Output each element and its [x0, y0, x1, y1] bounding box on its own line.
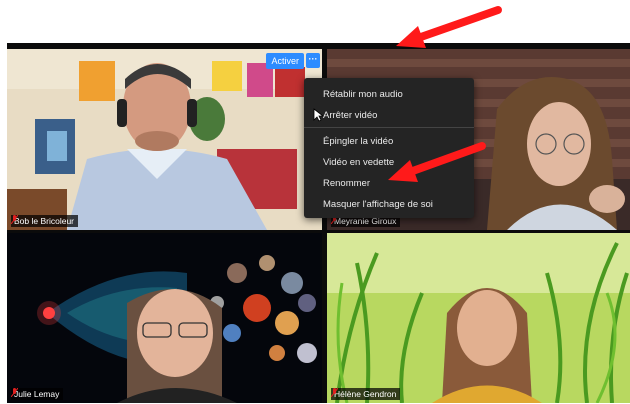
video-feed — [7, 233, 322, 403]
participant-context-menu: Rétablir mon audio Arrêter vidéo Épingle… — [304, 78, 474, 218]
participant-name: Julie Lemay — [14, 389, 60, 399]
video-feed — [7, 49, 322, 230]
menu-item-spotlight-video[interactable]: Vidéo en vedette — [323, 157, 394, 168]
video-feed — [327, 233, 630, 403]
menu-divider — [304, 127, 474, 128]
muted-mic-icon — [11, 388, 18, 397]
more-options-button[interactable]: ··· — [306, 53, 320, 68]
participant-name: Hélène Gendron — [334, 389, 397, 399]
participant-name: Bob le Bricoleur — [14, 216, 75, 226]
activer-button[interactable]: Activer — [266, 53, 304, 69]
menu-item-hide-self-view[interactable]: Masquer l'affichage de soi — [323, 199, 433, 210]
menu-item-pin-video[interactable]: Épingler la vidéo — [323, 136, 393, 147]
participant-name-tag: Bob le Bricoleur — [11, 215, 79, 227]
mouse-pointer-icon — [313, 108, 323, 122]
menu-item-unmute-audio[interactable]: Rétablir mon audio — [323, 89, 403, 100]
menu-item-rename[interactable]: Renommer — [323, 178, 370, 189]
video-tile-bob[interactable]: Activer ··· Bob le Bricoleur — [7, 49, 322, 230]
video-tile-julie[interactable]: Julie Lemay — [7, 233, 322, 403]
video-tile-helene[interactable]: Hélène Gendron — [327, 233, 630, 403]
muted-mic-icon — [331, 388, 338, 397]
participant-name-tag: Hélène Gendron — [331, 388, 401, 400]
muted-mic-icon — [11, 215, 18, 224]
menu-item-stop-video[interactable]: Arrêter vidéo — [323, 110, 377, 121]
participant-name-tag: Julie Lemay — [11, 388, 64, 400]
